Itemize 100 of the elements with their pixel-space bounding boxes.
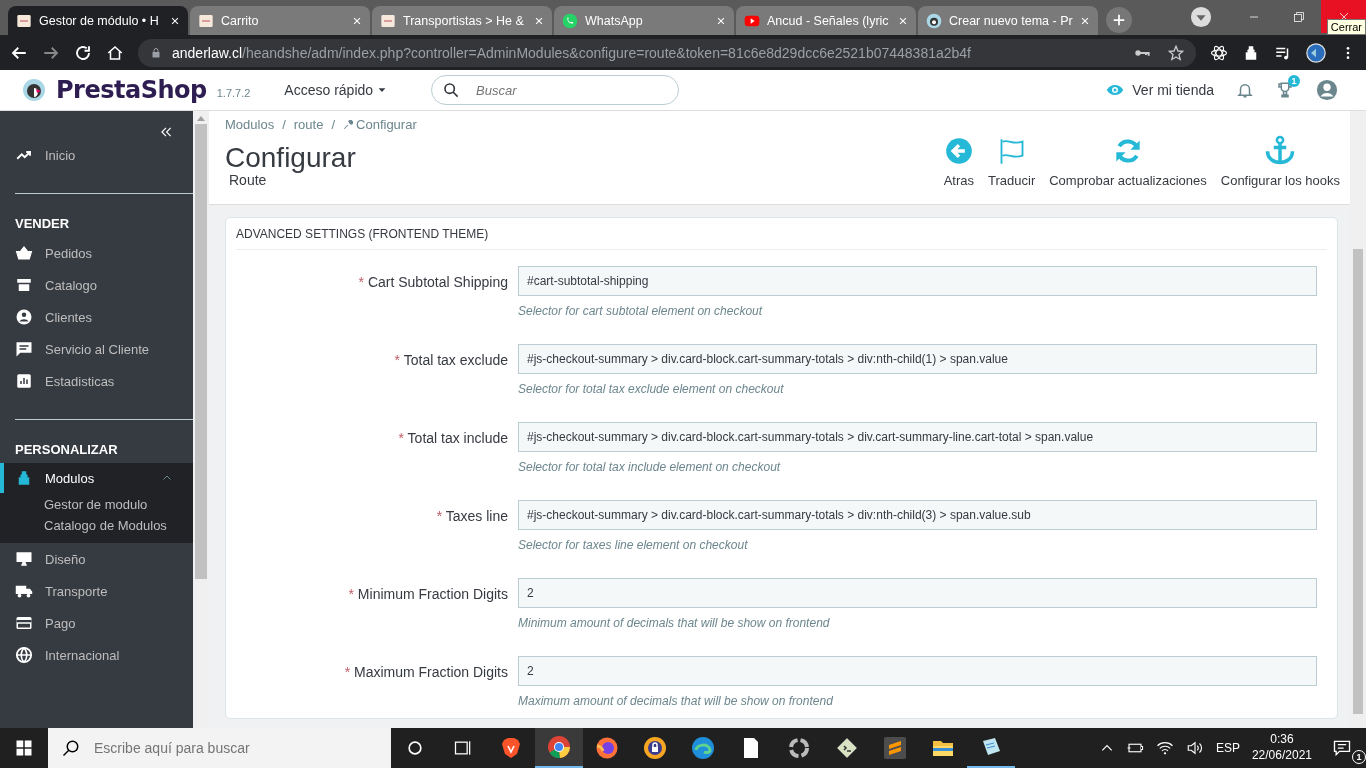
notification-button[interactable] [1332,738,1352,758]
search-field[interactable]: Buscar [431,75,680,105]
browser-tab[interactable]: Ancud - Señales (lyric [736,6,916,35]
chat-icon [15,340,33,358]
page-subtitle: Route [229,172,267,188]
breadcrumb-link[interactable]: Modulos [225,117,275,132]
caret-icon [377,85,388,95]
field-label: * Cart Subtotal Shipping [357,273,508,292]
collapse-button[interactable] [159,125,173,139]
sidebar-item[interactable]: Catalogo [0,269,193,301]
version-text: 1.7.7.2 [216,87,251,99]
search-icon [62,739,80,757]
help-text: Selector for total tax include element on checkout [518,459,782,476]
double-chevron-left-icon [159,125,173,139]
breadcrumb-link[interactable]: route [293,117,324,132]
monitor-icon [15,550,33,568]
trophy-icon [1276,81,1294,99]
person-icon [15,308,33,326]
toolbar-button[interactable]: Traducir [988,137,1036,188]
sidebar-item[interactable]: Clientes [0,301,193,333]
home-icon [106,43,124,62]
help-text: Selector for cart subtotal element on checkout [518,303,764,320]
taskbar-search-field[interactable]: Escribe aquí para buscar [48,728,391,768]
plus-icon [1112,13,1126,27]
atom-icon [1210,43,1228,62]
field-label: * Taxes line [435,507,508,526]
input-field[interactable]: #js-checkout-summary > div.card-block.cart-summary-totals > div:nth-child(1) > span.value [518,344,1317,374]
input-field[interactable]: 2 [518,578,1317,608]
browser-tab[interactable]: Carrito [190,6,370,35]
page-title: Configurar [225,144,357,172]
section-heading: PERSONALIZAR [15,441,119,459]
submenu-item[interactable]: Gestor de modulo [44,497,193,512]
reload-icon [74,43,92,62]
speech-bubble-icon [1332,738,1352,758]
submenu-item[interactable]: Catalogo de Modulos [44,518,193,533]
logo-text: PrestaShop [56,76,207,104]
input-field[interactable]: #cart-subtotal-shipping [518,266,1317,296]
site-favicon [198,12,214,29]
input-field[interactable]: 2 [518,656,1317,686]
input-field[interactable]: #js-checkout-summary > div.card-block.cart-summary-totals > div.cart-summary-line.cart-total > span.value [518,422,1317,452]
clock[interactable]: 0:36 22/06/2021 [1251,732,1312,764]
sidebar-item[interactable]: Pago [0,607,193,639]
help-text: Maximum amount of decimals that will be show on frontend [518,693,834,710]
url-text: anderlaw.cl/heandshe/adm/index.php?controller=AdminModules&configure=route&token=81c6e8d29dcc6e2521b07448381a2b4f [172,44,971,61]
wifi-icon [1155,739,1174,757]
terminal-icon [835,736,859,760]
close-icon [352,15,362,26]
anchor-icon [1265,135,1296,165]
notifications-button[interactable] [1236,81,1254,99]
browser-tab[interactable]: WhatsApp [554,6,734,35]
close-icon [1080,15,1090,26]
close-icon [716,15,726,26]
view-store-link[interactable]: Ver mi tienda [1106,81,1214,99]
quick-access-menu[interactable]: Acceso rápido [278,81,394,99]
wave-circle-icon [691,736,715,760]
speaker-icon [1185,739,1204,757]
sidebar-item[interactable]: Modulos [0,463,193,493]
toolbar-button[interactable]: Comprobar actualizaciones [1049,137,1207,188]
sidebar-item[interactable]: Internacional [0,639,193,671]
browser-tab[interactable]: Crear nuevo tema - Pr [918,6,1098,35]
chrome-icon [547,735,571,759]
browser-tab[interactable]: Transportistas > He & [372,6,552,35]
field-label: * Minimum Fraction Digits [347,585,508,604]
sidebar-item[interactable]: Diseño [0,543,193,575]
language-indicator[interactable]: ESP [1215,741,1240,755]
address-bar[interactable]: anderlaw.cl/heandshe/adm/index.php?controller=AdminModules&configure=route&token=81c6e8d29dcc6e2521b07448381a2b4f [138,38,1196,67]
sidebar-item[interactable]: Transporte [0,575,193,607]
help-text: Selector for total tax exclude element on checkout [518,381,785,398]
chat-bubble-icon [562,12,578,29]
input-field[interactable]: #js-checkout-summary > div.card-block.cart-summary-totals > div:nth-child(3) > span.value.sub [518,500,1317,530]
browser-tab[interactable]: Gestor de módulo • H [8,6,188,35]
back-icon [944,137,973,165]
taskbar-app[interactable] [535,728,583,768]
chart-icon [15,372,33,390]
tab-search-icon [1190,5,1212,28]
sidebar-item[interactable]: Servicio al Cliente [0,333,193,365]
site-favicon [16,12,32,29]
trophy-button[interactable] [1276,81,1294,99]
field-label: * Total tax include [397,429,508,448]
restore-icon [1292,10,1305,23]
sidebar-item[interactable]: Pedidos [0,237,193,269]
tooltip: Cerrar [1326,19,1366,35]
task-view-icon [453,738,473,758]
field-label: * Total tax exclude [393,351,508,370]
account-button[interactable] [1316,79,1338,101]
scrollbar[interactable] [1350,111,1366,728]
globe-icon [15,646,33,664]
windows-icon [15,739,33,757]
toolbar-button[interactable]: Atras [943,137,975,188]
count-badge: 1 [1352,750,1366,764]
ring-icon [787,736,811,760]
sidebar-item[interactable]: Estadisticas [0,365,193,397]
card-icon [15,614,33,632]
help-text: Minimum amount of decimals that will be show on frontend [518,615,831,632]
new-tab-button[interactable] [1106,7,1132,33]
help-text: Selector for taxes line element on checkout [518,537,749,554]
sidebar-item[interactable]: Inicio [0,139,193,171]
basket-icon [15,244,33,262]
scrollbar[interactable] [193,111,209,728]
toolbar-button[interactable]: Configurar los hooks [1220,135,1340,188]
